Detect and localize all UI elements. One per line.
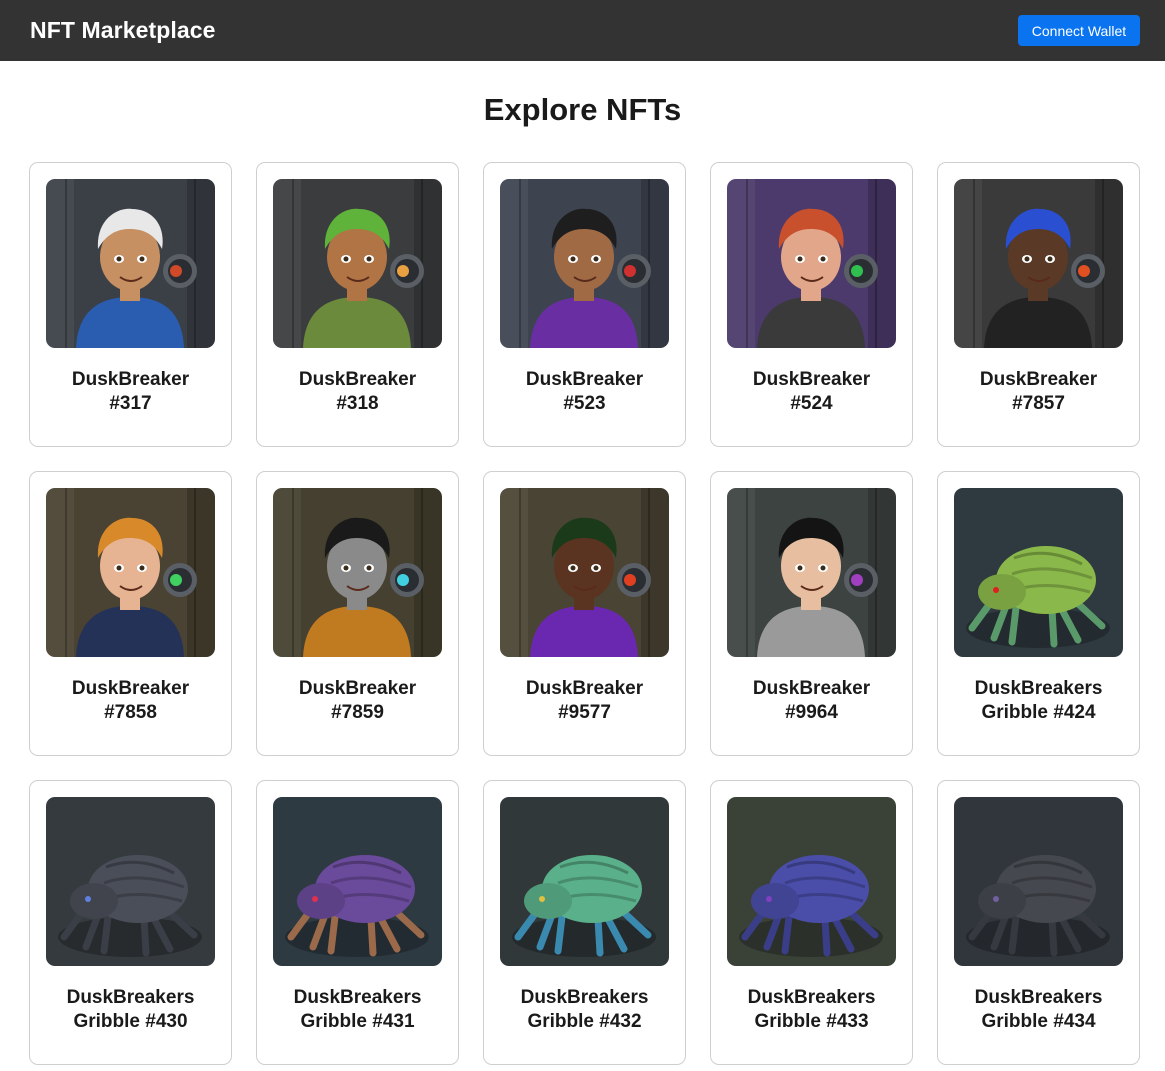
nft-card[interactable]: DuskBreaker #318 (256, 162, 459, 447)
nft-card[interactable]: DuskBreaker #317 (29, 162, 232, 447)
nft-card[interactable]: DuskBreaker #9577 (483, 471, 686, 756)
nft-token-label: #317 (109, 393, 152, 414)
nft-title: DuskBreakers Gribble #430 (38, 986, 223, 1034)
nft-image-character[interactable] (273, 179, 442, 348)
nft-collection-name: DuskBreakers (293, 987, 422, 1008)
nft-token-label: #7857 (1012, 393, 1065, 414)
nft-title: DuskBreaker #317 (38, 368, 223, 416)
nft-image-gribble[interactable] (954, 797, 1123, 966)
nft-card[interactable]: DuskBreakers Gribble #433 (710, 780, 913, 1065)
nft-title: DuskBreaker #523 (492, 368, 677, 416)
nft-image-gribble[interactable] (954, 488, 1123, 657)
nft-collection-name: DuskBreakers (747, 987, 876, 1008)
nft-collection-name: DuskBreakers (520, 987, 649, 1008)
nft-image-gribble[interactable] (46, 797, 215, 966)
nft-token-label: #9964 (785, 702, 838, 723)
nft-card[interactable]: DuskBreaker #524 (710, 162, 913, 447)
nft-token-label: Gribble #431 (300, 1011, 415, 1032)
nft-title: DuskBreakers Gribble #434 (946, 986, 1131, 1034)
nft-collection-name: DuskBreaker (752, 369, 871, 390)
nft-token-label: #318 (336, 393, 379, 414)
nft-card[interactable]: DuskBreakers Gribble #424 (937, 471, 1140, 756)
nft-title: DuskBreaker #9964 (719, 677, 904, 725)
nft-image-character[interactable] (954, 179, 1123, 348)
top-navbar: NFT Marketplace Connect Wallet (0, 0, 1165, 61)
nft-collection-name: DuskBreaker (71, 369, 190, 390)
nft-image-gribble[interactable] (727, 797, 896, 966)
nft-token-label: #523 (563, 393, 606, 414)
nft-image-character[interactable] (500, 488, 669, 657)
nft-image-character[interactable] (727, 179, 896, 348)
nft-token-label: Gribble #432 (527, 1011, 642, 1032)
nft-token-label: Gribble #434 (981, 1011, 1096, 1032)
page-title: Explore NFTs (483, 92, 682, 127)
nft-collection-name: DuskBreaker (525, 678, 644, 699)
nft-title: DuskBreaker #7857 (946, 368, 1131, 416)
nft-collection-name: DuskBreaker (298, 369, 417, 390)
nft-card[interactable]: DuskBreakers Gribble #434 (937, 780, 1140, 1065)
nft-image-character[interactable] (46, 488, 215, 657)
nft-token-label: #7858 (104, 702, 157, 723)
connect-wallet-button[interactable]: Connect Wallet (1018, 15, 1140, 46)
nft-collection-name: DuskBreaker (525, 369, 644, 390)
nft-title: DuskBreakers Gribble #431 (265, 986, 450, 1034)
nft-title: DuskBreakers Gribble #432 (492, 986, 677, 1034)
nft-token-label: #7859 (331, 702, 384, 723)
nft-title: DuskBreaker #524 (719, 368, 904, 416)
nft-card[interactable]: DuskBreakers Gribble #431 (256, 780, 459, 1065)
nft-token-label: #524 (790, 393, 833, 414)
nft-image-character[interactable] (500, 179, 669, 348)
nft-grid: DuskBreaker #317 DuskBreaker #318 DuskBr… (29, 162, 1140, 1065)
nft-collection-name: DuskBreaker (979, 369, 1098, 390)
brand-title[interactable]: NFT Marketplace (30, 17, 216, 44)
nft-card[interactable]: DuskBreaker #7859 (256, 471, 459, 756)
nft-token-label: Gribble #430 (73, 1011, 188, 1032)
nft-image-gribble[interactable] (273, 797, 442, 966)
nft-image-character[interactable] (727, 488, 896, 657)
nft-image-gribble[interactable] (500, 797, 669, 966)
nft-title: DuskBreaker #9577 (492, 677, 677, 725)
nft-collection-name: DuskBreaker (752, 678, 871, 699)
nft-card[interactable]: DuskBreaker #7858 (29, 471, 232, 756)
nft-title: DuskBreaker #318 (265, 368, 450, 416)
nft-title: DuskBreakers Gribble #433 (719, 986, 904, 1034)
nft-token-label: Gribble #433 (754, 1011, 869, 1032)
nft-collection-name: DuskBreakers (974, 678, 1103, 699)
nft-title: DuskBreaker #7858 (38, 677, 223, 725)
nft-collection-name: DuskBreaker (71, 678, 190, 699)
nft-title: DuskBreakers Gribble #424 (946, 677, 1131, 725)
nft-image-character[interactable] (273, 488, 442, 657)
nft-card[interactable]: DuskBreaker #7857 (937, 162, 1140, 447)
nft-card[interactable]: DuskBreakers Gribble #432 (483, 780, 686, 1065)
nft-token-label: Gribble #424 (981, 702, 1096, 723)
nft-collection-name: DuskBreakers (66, 987, 195, 1008)
nft-card[interactable]: DuskBreaker #523 (483, 162, 686, 447)
nft-token-label: #9577 (558, 702, 611, 723)
nft-collection-name: DuskBreakers (974, 987, 1103, 1008)
nft-card[interactable]: DuskBreakers Gribble #430 (29, 780, 232, 1065)
nft-image-character[interactable] (46, 179, 215, 348)
nft-collection-name: DuskBreaker (298, 678, 417, 699)
nft-title: DuskBreaker #7859 (265, 677, 450, 725)
nft-card[interactable]: DuskBreaker #9964 (710, 471, 913, 756)
